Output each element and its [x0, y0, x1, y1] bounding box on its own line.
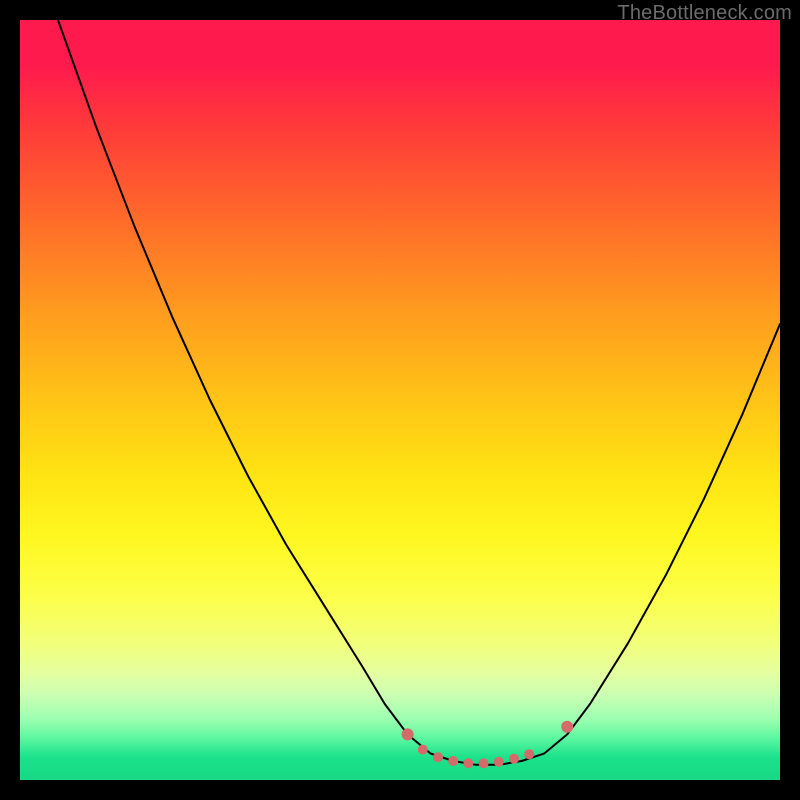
curve-marker: [402, 728, 414, 740]
bottleneck-curve: [20, 20, 780, 765]
curve-marker: [494, 757, 504, 767]
curve-marker: [418, 745, 428, 755]
curve-marker: [433, 752, 443, 762]
curve-markers: [402, 721, 574, 769]
curve-marker: [479, 758, 489, 768]
chart-stage: TheBottleneck.com: [0, 0, 800, 800]
curve-marker: [561, 721, 573, 733]
curve-marker: [524, 749, 534, 759]
curve-marker: [463, 758, 473, 768]
plot-area: [20, 20, 780, 780]
curve-marker: [448, 756, 458, 766]
curve-marker: [509, 754, 519, 764]
curve-layer: [20, 20, 780, 780]
